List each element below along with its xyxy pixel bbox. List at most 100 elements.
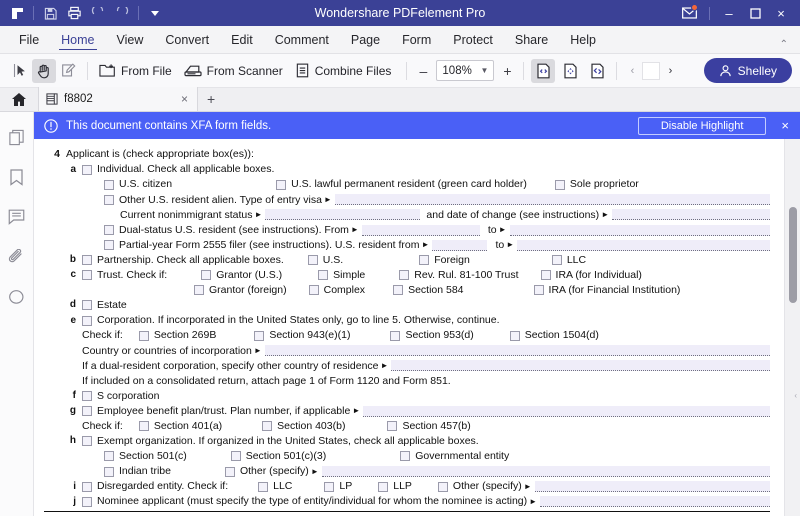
dual-status-from-field[interactable] <box>361 224 480 236</box>
menu-file[interactable]: File <box>8 26 50 53</box>
checkbox-governmental-entity[interactable] <box>400 451 411 462</box>
checkbox-employee-benefit-plan[interactable] <box>82 406 92 417</box>
single-page-view-icon[interactable] <box>531 58 556 83</box>
undo-icon[interactable] <box>87 3 109 23</box>
attachments-icon[interactable] <box>6 246 28 268</box>
menu-comment[interactable]: Comment <box>264 26 340 53</box>
checkbox-rev-rul-81-100[interactable] <box>399 270 410 281</box>
partial-year-from-field[interactable] <box>432 239 488 251</box>
checkbox-nominee-applicant[interactable] <box>82 496 92 507</box>
checkbox-partial-year-2555[interactable] <box>104 240 114 251</box>
checkbox-disregarded-lp[interactable] <box>324 481 335 492</box>
checkbox-disregarded-entity[interactable] <box>82 481 92 492</box>
disregarded-other-field[interactable] <box>534 481 770 493</box>
edit-note-icon[interactable] <box>56 59 80 83</box>
previous-page-button[interactable]: ‹ <box>624 61 640 81</box>
nominee-applicant-field[interactable] <box>540 496 770 508</box>
customize-toolbar-icon[interactable] <box>144 3 166 23</box>
checkbox-section-943e1[interactable] <box>254 330 265 341</box>
plan-number-field[interactable] <box>363 405 770 417</box>
account-button[interactable]: Shelley <box>703 58 792 83</box>
new-tab-button[interactable]: + <box>198 87 224 111</box>
from-file-button[interactable]: From File <box>95 59 180 83</box>
menu-page[interactable]: Page <box>340 26 391 53</box>
hand-tool-icon[interactable] <box>32 58 56 83</box>
checkbox-section-501c[interactable] <box>104 451 114 462</box>
menu-help[interactable]: Help <box>559 26 607 53</box>
checkbox-section-1504d[interactable] <box>509 330 520 341</box>
checkbox-trust[interactable] <box>82 270 92 281</box>
checkbox-individual[interactable] <box>82 164 92 175</box>
exempt-other-field[interactable] <box>321 466 770 478</box>
zoom-in-button[interactable]: + <box>498 61 516 81</box>
app-logo-icon[interactable] <box>6 3 28 23</box>
checkbox-exempt-organization[interactable] <box>82 436 92 447</box>
checkbox-section-403b[interactable] <box>262 421 273 432</box>
combine-files-button[interactable]: Combine Files <box>291 59 400 83</box>
checkbox-sole-proprietor[interactable] <box>554 179 565 190</box>
menu-share[interactable]: Share <box>504 26 559 53</box>
checkbox-partnership-us[interactable] <box>307 255 318 266</box>
dual-status-to-field[interactable] <box>509 224 770 236</box>
checkbox-indian-tribe[interactable] <box>104 466 114 477</box>
redo-icon[interactable] <box>111 3 133 23</box>
close-tab-icon[interactable]: × <box>179 92 190 106</box>
search-shape-icon[interactable] <box>6 286 28 308</box>
minimize-button[interactable]: – <box>716 1 742 25</box>
nonimmigrant-status-field[interactable] <box>265 209 421 221</box>
menu-edit[interactable]: Edit <box>220 26 264 53</box>
checkbox-disregarded-llc[interactable] <box>258 481 269 492</box>
checkbox-other-resident-alien[interactable] <box>104 194 114 205</box>
zoom-out-button[interactable]: – <box>414 61 432 81</box>
partial-year-to-field[interactable] <box>517 239 770 251</box>
banner-close-icon[interactable]: × <box>778 118 792 133</box>
scrollbar-thumb[interactable] <box>789 207 797 303</box>
checkbox-partnership-llc[interactable] <box>551 255 562 266</box>
checkbox-dual-status[interactable] <box>104 225 114 236</box>
checkbox-section-269b[interactable] <box>138 330 149 341</box>
checkbox-exempt-other[interactable] <box>224 466 235 477</box>
menu-home[interactable]: Home <box>50 26 105 53</box>
date-of-change-field[interactable] <box>612 209 770 221</box>
comments-icon[interactable] <box>6 206 28 228</box>
checkbox-estate[interactable] <box>82 300 92 311</box>
checkbox-section-401a[interactable] <box>138 421 149 432</box>
menu-protect[interactable]: Protect <box>442 26 504 53</box>
menu-form[interactable]: Form <box>391 26 442 53</box>
thumbnails-icon[interactable] <box>6 126 28 148</box>
checkbox-partnership[interactable] <box>82 255 92 266</box>
disable-highlight-button[interactable]: Disable Highlight <box>637 116 767 135</box>
checkbox-partnership-foreign[interactable] <box>419 255 430 266</box>
zoom-level-select[interactable]: 108% ▼ <box>436 60 495 81</box>
document-tab-f8802[interactable]: f8802 × <box>38 87 198 111</box>
select-cursor-icon[interactable] <box>8 59 32 83</box>
checkbox-grantor-foreign[interactable] <box>194 285 204 296</box>
maximize-button[interactable] <box>742 1 768 25</box>
menu-view[interactable]: View <box>106 26 155 53</box>
print-icon[interactable] <box>63 3 85 23</box>
next-page-button[interactable]: › <box>662 61 678 81</box>
checkbox-ira-financial[interactable] <box>533 285 544 296</box>
checkbox-green-card[interactable] <box>276 179 287 190</box>
checkbox-disregarded-llp[interactable] <box>378 481 389 492</box>
collapse-viewer-icon[interactable]: ‹ <box>794 391 797 400</box>
mail-icon[interactable] <box>675 2 703 24</box>
dual-resident-country-field[interactable] <box>391 360 770 372</box>
checkbox-grantor-us[interactable] <box>201 270 212 281</box>
fit-width-icon[interactable] <box>585 59 609 83</box>
checkbox-us-citizen[interactable] <box>104 179 114 190</box>
checkbox-section-457b[interactable] <box>387 421 398 432</box>
checkbox-section-584[interactable] <box>393 285 404 296</box>
fit-page-icon[interactable] <box>558 59 582 83</box>
menu-convert[interactable]: Convert <box>154 26 220 53</box>
checkbox-section-501c3[interactable] <box>230 451 241 462</box>
home-icon[interactable] <box>0 87 38 111</box>
page-number-input[interactable] <box>642 61 661 80</box>
checkbox-ira-individual[interactable] <box>540 270 551 281</box>
bookmarks-icon[interactable] <box>6 166 28 188</box>
from-scanner-button[interactable]: From Scanner <box>180 59 291 83</box>
collapse-ribbon-icon[interactable]: ⌃ <box>768 26 800 53</box>
vertical-scrollbar[interactable]: ‹ <box>784 139 800 516</box>
checkbox-disregarded-other[interactable] <box>437 481 448 492</box>
checkbox-corporation[interactable] <box>82 315 92 326</box>
